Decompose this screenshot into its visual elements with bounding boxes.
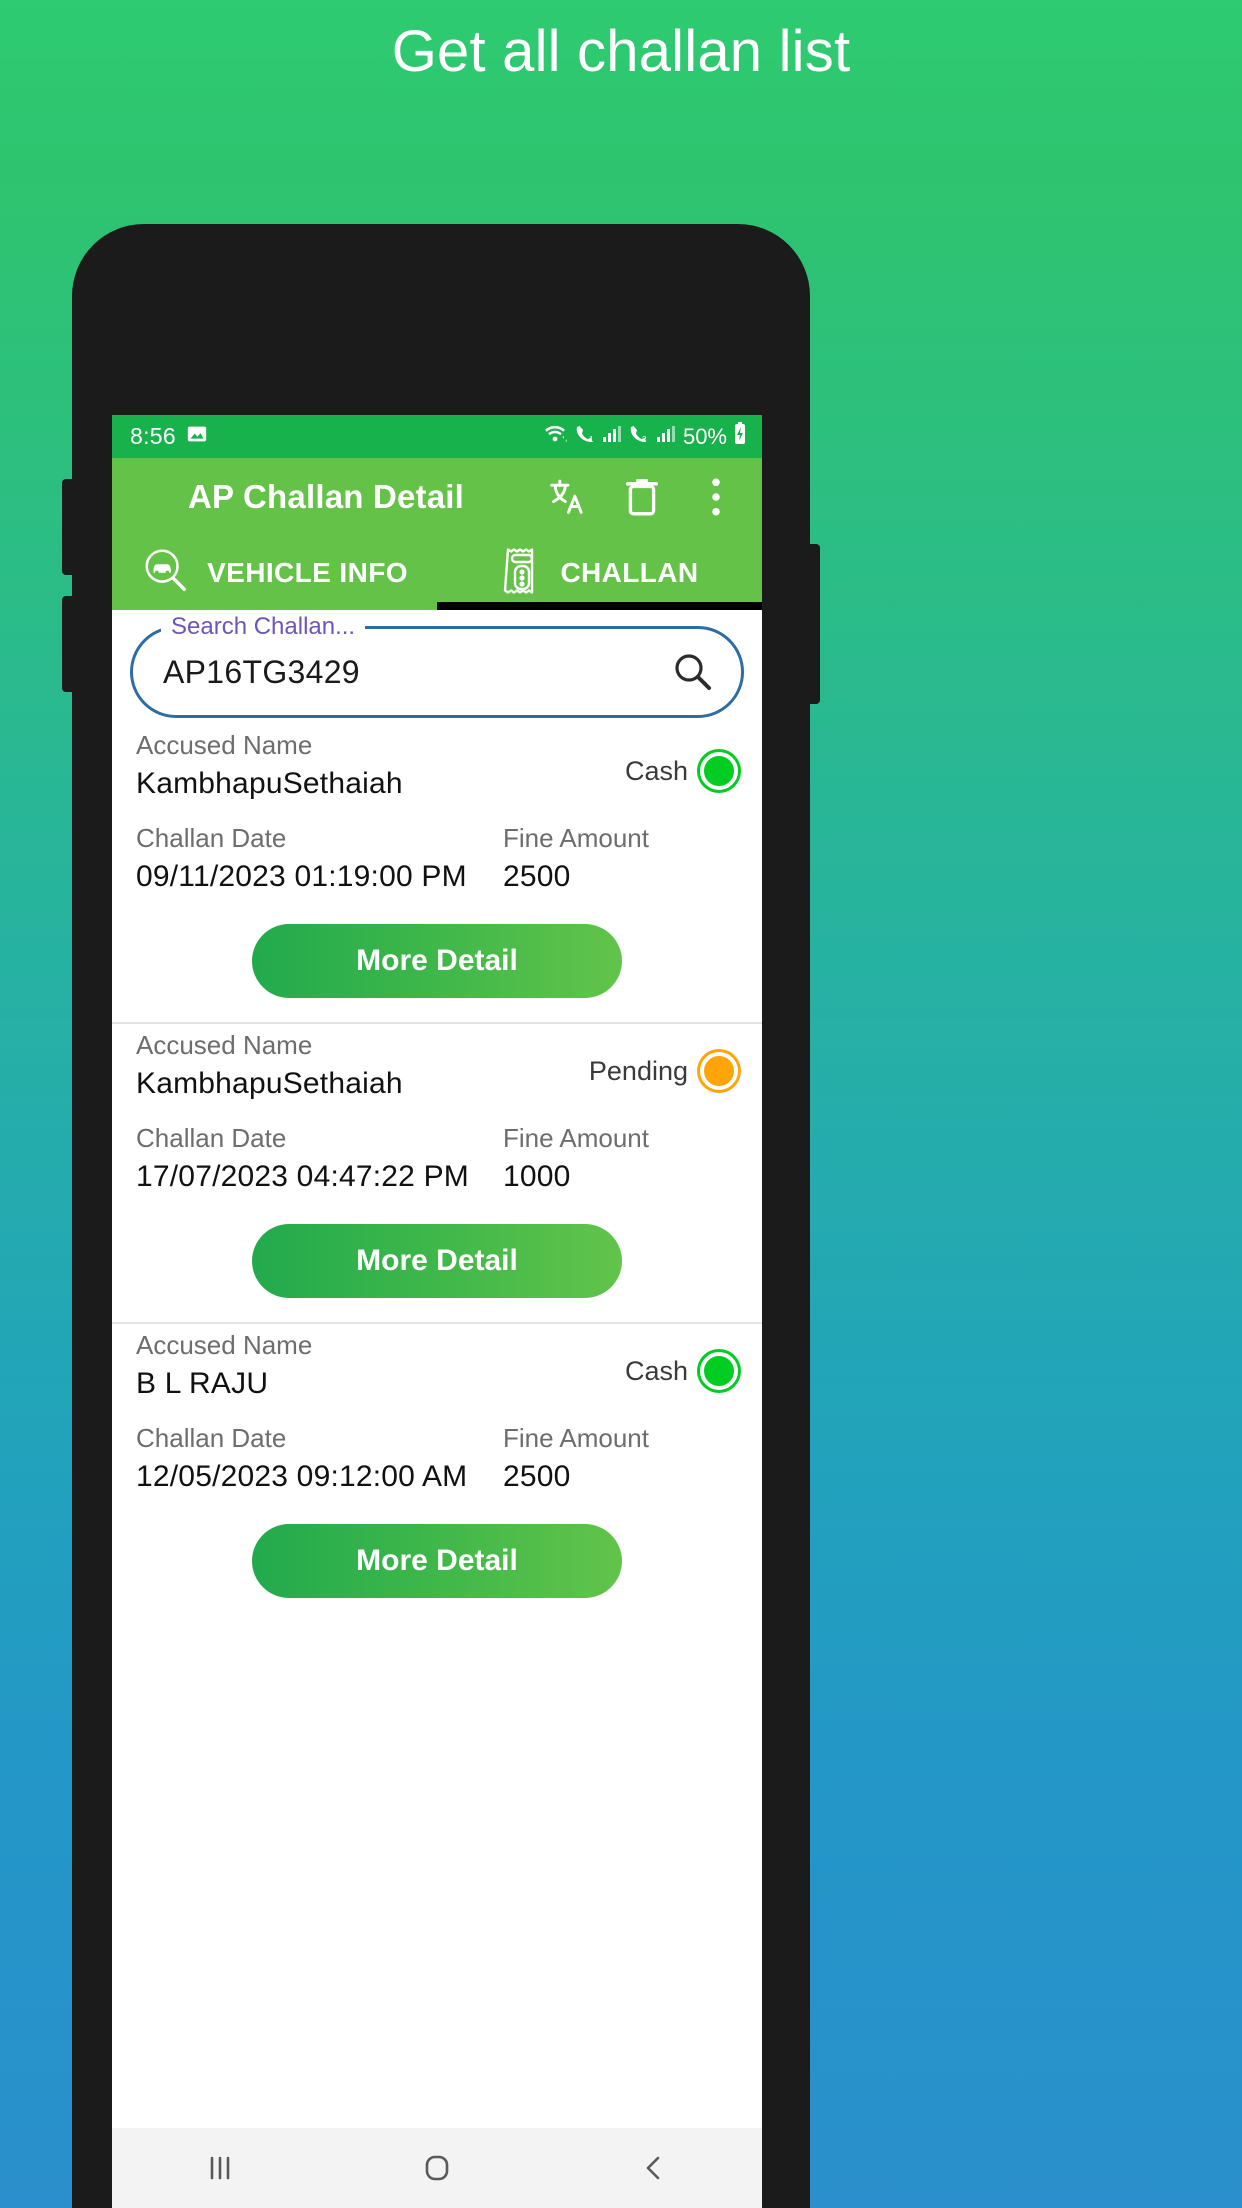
status-badge: Pending	[589, 1052, 738, 1090]
app-bar: AP Challan Detail	[112, 458, 762, 536]
fine-amount-block: Fine Amount 2500	[503, 823, 738, 894]
challan-card[interactable]: Accused Name KambhapuSethaiah Pending Ch…	[112, 1024, 762, 1324]
svg-text:2: 2	[642, 435, 647, 444]
challan-card-top-row: Accused Name B L RAJU Cash	[136, 1330, 738, 1401]
overflow-menu-icon[interactable]	[696, 475, 736, 519]
tab-indicator	[437, 602, 762, 610]
phone-frame: 8:56 1 2 50% AP Challan Detail VEHICLE I…	[62, 224, 820, 2208]
call-sim2-icon: 2	[627, 423, 651, 450]
accused-name-label: Accused Name	[136, 730, 313, 760]
search-section: Search Challan... AP16TG3429	[112, 610, 762, 724]
challan-list: Search Challan... AP16TG3429 Accused Nam…	[112, 610, 762, 2128]
status-bar-left: 8:56	[130, 423, 208, 450]
search-input[interactable]: Search Challan... AP16TG3429	[130, 613, 744, 718]
image-icon	[186, 423, 208, 450]
signal-sim1-icon	[602, 424, 622, 449]
status-dot-icon	[700, 1352, 738, 1390]
challan-card-bottom-row: Challan Date 12/05/2023 09:12:00 AM Fine…	[136, 1423, 738, 1494]
fine-amount-block: Fine Amount 2500	[503, 1423, 738, 1494]
fine-amount-value: 1000	[503, 1160, 571, 1193]
fine-amount-value: 2500	[503, 1460, 571, 1493]
challan-date-value: 17/07/2023 04:47:22 PM	[136, 1160, 469, 1193]
call-sim1-icon: 1	[573, 423, 597, 450]
tab-vehicle-info[interactable]: VEHICLE INFO	[112, 536, 437, 610]
challan-card[interactable]: Accused Name KambhapuSethaiah Cash Chall…	[112, 724, 762, 1024]
recents-button[interactable]	[160, 2151, 280, 2185]
challan-date-block: Challan Date 17/07/2023 04:47:22 PM	[136, 1123, 469, 1194]
challan-card-top-row: Accused Name KambhapuSethaiah Cash	[136, 730, 738, 801]
challan-card-bottom-row: Challan Date 17/07/2023 04:47:22 PM Fine…	[136, 1123, 738, 1194]
challan-card-top-row: Accused Name KambhapuSethaiah Pending	[136, 1030, 738, 1101]
back-button[interactable]	[594, 2151, 714, 2185]
accused-block: Accused Name KambhapuSethaiah	[136, 730, 403, 801]
challan-date-block: Challan Date 09/11/2023 01:19:00 PM	[136, 823, 467, 894]
more-detail-wrap: More Detail	[136, 1494, 738, 1622]
battery-percent: 50%	[682, 423, 727, 449]
challan-date-block: Challan Date 12/05/2023 09:12:00 AM	[136, 1423, 467, 1494]
status-bar: 8:56 1 2 50%	[112, 415, 762, 458]
status-dot-icon	[700, 1052, 738, 1090]
home-button[interactable]	[377, 2149, 497, 2187]
status-bar-right: 1 2 50%	[542, 422, 748, 451]
volume-down-key	[62, 596, 74, 692]
app-title: AP Challan Detail	[188, 478, 465, 515]
fine-amount-label: Fine Amount	[503, 1123, 649, 1153]
status-label: Cash	[624, 1355, 688, 1386]
volume-up-key	[62, 479, 74, 575]
app-bar-actions	[548, 475, 746, 519]
status-clock: 8:56	[130, 423, 176, 449]
status-badge: Cash	[625, 752, 738, 790]
more-detail-wrap: More Detail	[136, 1194, 738, 1322]
more-detail-button[interactable]: More Detail	[252, 1224, 622, 1298]
status-dot-icon	[700, 752, 738, 790]
signal-sim2-icon	[656, 424, 676, 449]
status-label: Cash	[624, 755, 688, 786]
fine-amount-label: Fine Amount	[503, 1423, 649, 1453]
accused-name-label: Accused Name	[136, 1330, 313, 1360]
promo-headline: Get all challan list	[391, 19, 851, 84]
search-label: Search Challan...	[161, 613, 366, 641]
accused-block: Accused Name KambhapuSethaiah	[136, 1030, 403, 1101]
challan-date-label: Challan Date	[136, 1423, 287, 1453]
fine-amount-label: Fine Amount	[503, 823, 649, 853]
accused-block: Accused Name B L RAJU	[136, 1330, 312, 1401]
tab-challan[interactable]: CHALLAN	[437, 536, 762, 610]
power-key	[808, 544, 820, 704]
status-label: Pending	[588, 1055, 688, 1086]
car-search-icon	[141, 546, 191, 601]
challan-card-bottom-row: Challan Date 09/11/2023 01:19:00 PM Fine…	[136, 823, 738, 894]
challan-date-label: Challan Date	[136, 1123, 287, 1153]
challan-date-value: 12/05/2023 09:12:00 AM	[136, 1460, 468, 1493]
challan-date-label: Challan Date	[136, 823, 287, 853]
tab-label-vehicle-info: VEHICLE INFO	[207, 557, 408, 588]
battery-charging-icon	[732, 422, 748, 451]
search-icon[interactable]	[671, 650, 715, 694]
svg-text:1: 1	[589, 435, 594, 444]
accused-name-value: KambhapuSethaiah	[136, 1067, 403, 1100]
fine-amount-block: Fine Amount 1000	[503, 1123, 738, 1194]
fine-amount-value: 2500	[503, 860, 571, 893]
search-value: AP16TG3429	[163, 653, 360, 690]
phone-screen: 8:56 1 2 50% AP Challan Detail VEHICLE I…	[112, 415, 762, 2208]
challan-card[interactable]: Accused Name B L RAJU Cash Challan Date …	[112, 1324, 762, 1622]
accused-name-value: KambhapuSethaiah	[136, 767, 403, 800]
translate-icon[interactable]	[548, 475, 588, 519]
more-detail-wrap: More Detail	[136, 894, 738, 1022]
more-detail-button[interactable]: More Detail	[252, 1524, 622, 1598]
accused-name-value: B L RAJU	[136, 1367, 269, 1400]
delete-icon[interactable]	[622, 475, 662, 519]
system-nav-bar	[112, 2128, 762, 2208]
challan-receipt-icon	[500, 545, 544, 602]
tab-bar: VEHICLE INFO CHALLAN	[112, 536, 762, 610]
challan-date-value: 09/11/2023 01:19:00 PM	[136, 860, 467, 893]
status-badge: Cash	[625, 1352, 738, 1390]
more-detail-button[interactable]: More Detail	[252, 924, 622, 998]
wifi-icon	[542, 423, 568, 450]
accused-name-label: Accused Name	[136, 1030, 313, 1060]
tab-label-challan: CHALLAN	[560, 557, 699, 588]
